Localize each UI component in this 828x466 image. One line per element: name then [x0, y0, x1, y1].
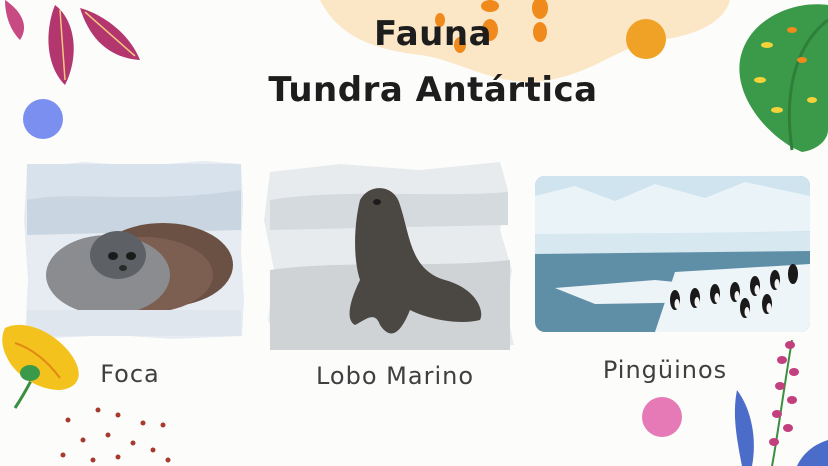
penguins-photo: [535, 176, 810, 332]
flower-decoration: [2, 324, 79, 409]
seal-photo: [24, 161, 244, 339]
caption-pinguinos: Pingüinos: [602, 356, 728, 384]
dots-decoration: [60, 407, 171, 463]
slide: Fauna Tundra Antártica Foca Lobo Marino: [0, 0, 828, 466]
slide-title-line2: Tundra Antártica: [268, 70, 598, 110]
plant-decoration-bottom-right: [734, 339, 828, 466]
caption-lobo-marino: Lobo Marino: [315, 362, 475, 390]
slide-title-line1: Fauna: [373, 14, 493, 54]
sea-lion-photo: [264, 162, 514, 350]
pink-circle-decoration: [642, 397, 682, 437]
